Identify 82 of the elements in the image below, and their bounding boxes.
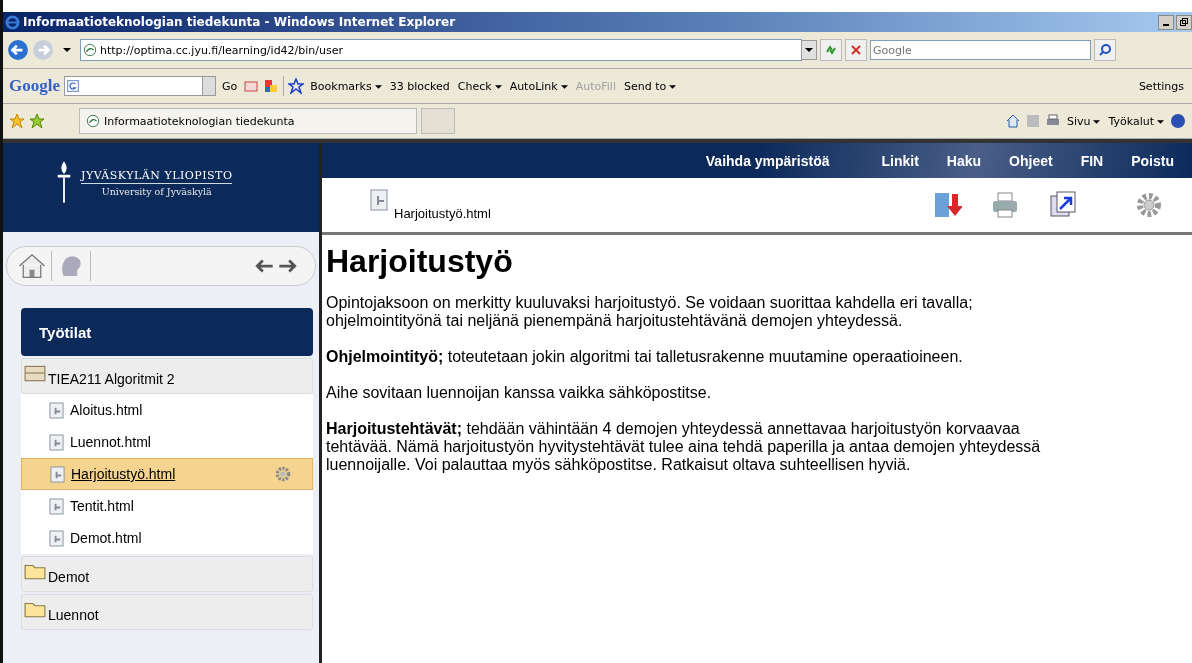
search-button[interactable] xyxy=(1094,39,1116,61)
address-field[interactable]: http://optima.cc.jyu.fi/learning/id42/bin/user xyxy=(80,39,802,61)
browser-tab[interactable]: Informaatioteknologian tiedekunta xyxy=(79,108,417,134)
file-name: Harjoitustyö.html xyxy=(394,205,491,221)
sidebar-group[interactable]: TIEA211 Algoritmit 2 xyxy=(21,358,313,394)
restore-icon xyxy=(1179,17,1189,27)
page-icon xyxy=(83,43,97,57)
refresh-icon xyxy=(824,43,838,57)
file-icon xyxy=(49,497,64,515)
home-icon[interactable] xyxy=(1004,113,1021,129)
page-link[interactable]: Aloitus.html xyxy=(21,394,313,426)
page-link[interactable]: Harjoitustyö.html xyxy=(21,458,313,490)
workspaces-heading: Työtilat xyxy=(21,308,313,356)
browser-logo-icon xyxy=(5,14,20,30)
sidebar-group[interactable]: Luennot xyxy=(21,594,313,630)
nav-link[interactable]: Linkit xyxy=(881,152,919,169)
google-search-field[interactable] xyxy=(64,76,216,96)
caret-icon xyxy=(560,84,568,89)
caret-icon[interactable] xyxy=(63,48,71,52)
page-link[interactable]: Tentit.html xyxy=(21,490,313,522)
university-subtitle: University of Jyväskylä xyxy=(100,186,213,197)
page-heading: Harjoitustyö xyxy=(326,243,514,280)
caret-icon xyxy=(805,48,813,52)
file-icon xyxy=(50,465,65,483)
caret-icon xyxy=(669,84,677,89)
house-icon[interactable] xyxy=(17,251,52,281)
export-icon[interactable] xyxy=(932,190,962,220)
search-icon xyxy=(1098,43,1112,57)
page-link[interactable]: Luennot.html xyxy=(21,426,313,458)
caret-icon xyxy=(494,84,502,89)
dropdown-button[interactable] xyxy=(801,40,817,60)
toolbar-button[interactable]: Send to xyxy=(621,79,679,93)
drawer-icon xyxy=(24,363,46,383)
window-title: Informaatioteknologian tiedekunta - Windows Internet Explorer xyxy=(23,15,456,29)
file-icon xyxy=(49,433,64,451)
toolbar-button[interactable]: Check xyxy=(455,79,504,93)
paragraph: Aihe sovitaan luennoijan kanssa vaikka sähköpostitse. xyxy=(326,384,713,402)
page-icon xyxy=(86,114,100,128)
settings-icon[interactable] xyxy=(1134,190,1164,220)
nav-link[interactable]: Ohjeet xyxy=(1009,152,1053,169)
favorites-star-icon[interactable] xyxy=(9,113,25,129)
paragraph: Harjoitustehtävät; tehdään vähintään 4 demojen yhteydessä annettavaa harjoitustyön korvaavaa tehtävää. Nämä harjoitustyön hyvitystehtävät tulee aina tehdä paperilla ja antaa demojen yhteydessä luennoijalle. Voi palauttaa myös sähköpostitse. Ratkaisut oltava suhteellisen hyviä. xyxy=(326,420,1042,474)
page-link[interactable]: Demot.html xyxy=(21,522,313,554)
caret-icon xyxy=(1093,119,1101,124)
star-icon[interactable] xyxy=(288,78,305,94)
minimize-icon xyxy=(1163,23,1169,26)
toolbar-button[interactable]: Bookmarks xyxy=(308,79,384,93)
settings-button[interactable]: Settings xyxy=(1136,79,1186,93)
google-g-icon xyxy=(67,80,79,92)
restore-button[interactable] xyxy=(1176,14,1192,30)
paragraph: Ohjelmointityö; toteutetaan jokin algoritmi tai talletusrakenne muutamine operaatioineen. xyxy=(326,348,964,366)
back-button[interactable] xyxy=(7,39,29,61)
nav-link[interactable]: FIN xyxy=(1080,152,1104,169)
file-icon xyxy=(49,529,64,547)
blocks-icon[interactable] xyxy=(263,78,280,94)
toolbar-button[interactable]: AutoLink xyxy=(507,79,570,93)
nav-link[interactable]: Vaihda ympäristöä xyxy=(705,152,830,169)
search-field[interactable]: Google xyxy=(870,40,1091,60)
open-in-new-window-icon[interactable] xyxy=(1048,190,1078,220)
sidebar-group-label: Demot xyxy=(48,569,90,585)
sidebar-group[interactable]: Demot xyxy=(21,556,313,592)
university-name: JYVÄSKYLÄN YLIOPISTO xyxy=(81,169,233,184)
toolbar-button[interactable]: 33 blocked xyxy=(387,79,452,93)
file-icon xyxy=(49,401,64,419)
sidebar-group-label: Luennot xyxy=(48,607,99,623)
close-icon xyxy=(849,43,863,57)
paragraph: Opintojaksoon on merkitty kuuluvaksi harjoitustyö. Se voidaan suorittaa kahdella eri tavalla; ohjelmointityönä tai neljänä pienempänä harjoitustehtävänä demojen yhteydessä. xyxy=(326,294,974,330)
command-button[interactable]: Sivu xyxy=(1064,114,1103,128)
caret-icon xyxy=(1157,119,1164,124)
google-logo: Google xyxy=(9,76,60,96)
caret-icon xyxy=(374,84,382,89)
printer-icon[interactable] xyxy=(990,190,1020,220)
nav-link[interactable]: Poistu xyxy=(1131,152,1174,169)
add-favorite-icon[interactable] xyxy=(29,113,45,129)
nav-link[interactable]: Haku xyxy=(946,152,982,169)
minimize-button[interactable] xyxy=(1158,14,1174,30)
gear-icon[interactable] xyxy=(274,465,292,483)
sidebar-group-label: TIEA211 Algoritmit 2 xyxy=(48,371,175,387)
go-button[interactable]: Go xyxy=(220,79,240,93)
file-icon xyxy=(370,188,388,212)
close-button[interactable] xyxy=(845,39,867,61)
command-button[interactable]: Työkalut xyxy=(1106,114,1166,128)
